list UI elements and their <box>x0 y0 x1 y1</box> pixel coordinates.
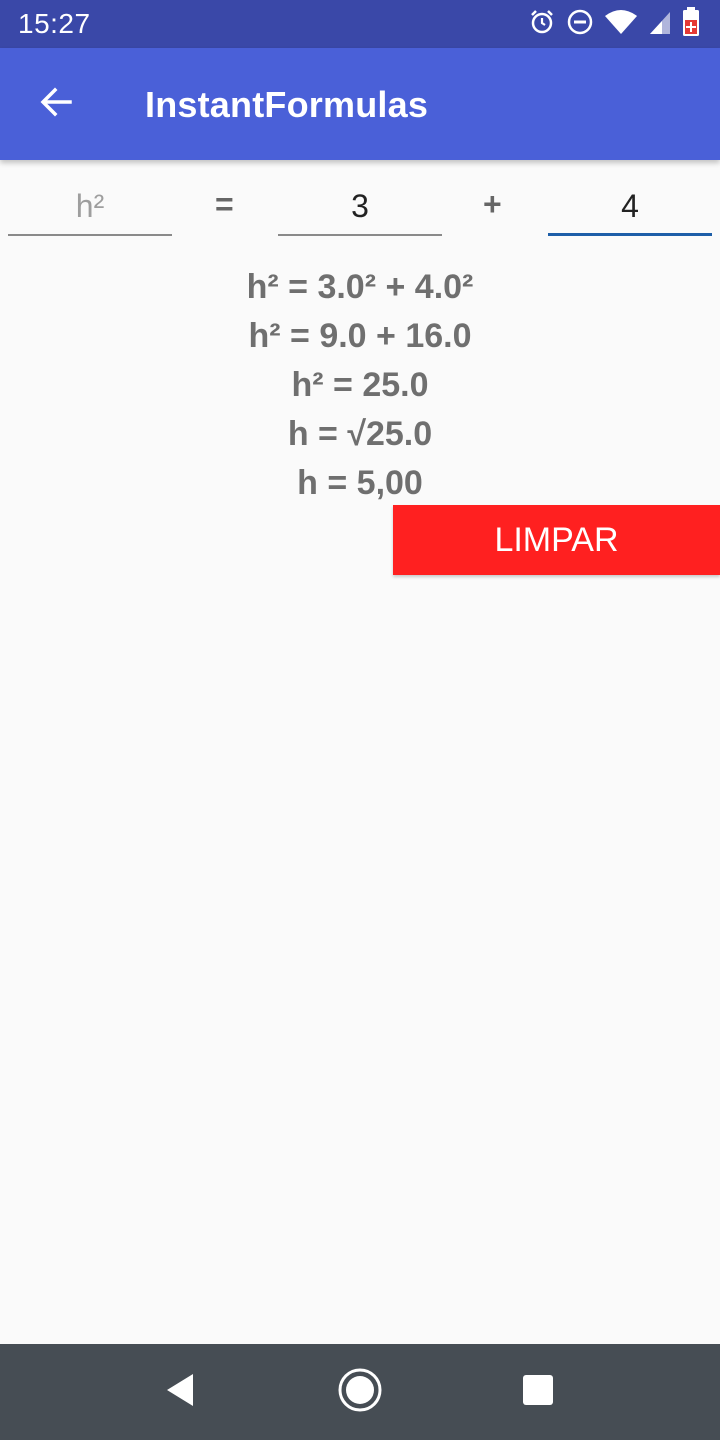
nav-back-button[interactable] <box>156 1368 204 1416</box>
result-line: h = 5,00 <box>297 464 423 502</box>
equals-sign: = <box>215 186 234 222</box>
hypotenuse-underline <box>8 234 172 236</box>
side-a-input[interactable]: 3 <box>278 180 442 236</box>
side-a-underline <box>278 234 442 236</box>
plus-sign: + <box>483 186 502 222</box>
side-b-input[interactable]: 4 <box>548 180 712 236</box>
back-button[interactable] <box>32 80 80 128</box>
result-line: h² = 3.0² + 4.0² <box>246 268 474 306</box>
side-b-underline <box>548 233 712 236</box>
battery-icon <box>682 6 700 42</box>
status-bar: 15:27 <box>0 0 720 48</box>
nav-home-button[interactable] <box>336 1368 384 1416</box>
status-time: 15:27 <box>18 8 91 39</box>
result-line: h² = 25.0 <box>291 366 429 404</box>
clear-button[interactable]: LIMPAR <box>393 505 720 575</box>
arrow-back-icon <box>38 84 74 125</box>
wifi-icon <box>604 8 638 41</box>
result-line: h² = 9.0 + 16.0 <box>248 317 472 355</box>
nav-recent-button[interactable] <box>514 1368 562 1416</box>
signal-icon <box>648 8 672 41</box>
side-b-value: 4 <box>621 188 639 224</box>
do-not-disturb-icon <box>566 8 594 41</box>
nav-back-icon <box>163 1372 197 1413</box>
nav-bar <box>0 1344 720 1440</box>
app-title: InstantFormulas <box>145 84 429 125</box>
app-bar: InstantFormulas <box>0 48 720 160</box>
hypotenuse-input[interactable]: h² <box>8 180 172 236</box>
alarm-icon <box>528 8 556 41</box>
status-icons <box>528 6 700 42</box>
side-a-value: 3 <box>351 188 369 224</box>
nav-home-icon <box>337 1367 383 1418</box>
results-panel: h² = 3.0² + 4.0² h² = 9.0 + 16.0 h² = 25… <box>0 264 720 509</box>
result-line: h = √25.0 <box>287 415 433 453</box>
hypotenuse-placeholder: h² <box>75 188 105 224</box>
nav-recent-icon <box>522 1374 554 1411</box>
